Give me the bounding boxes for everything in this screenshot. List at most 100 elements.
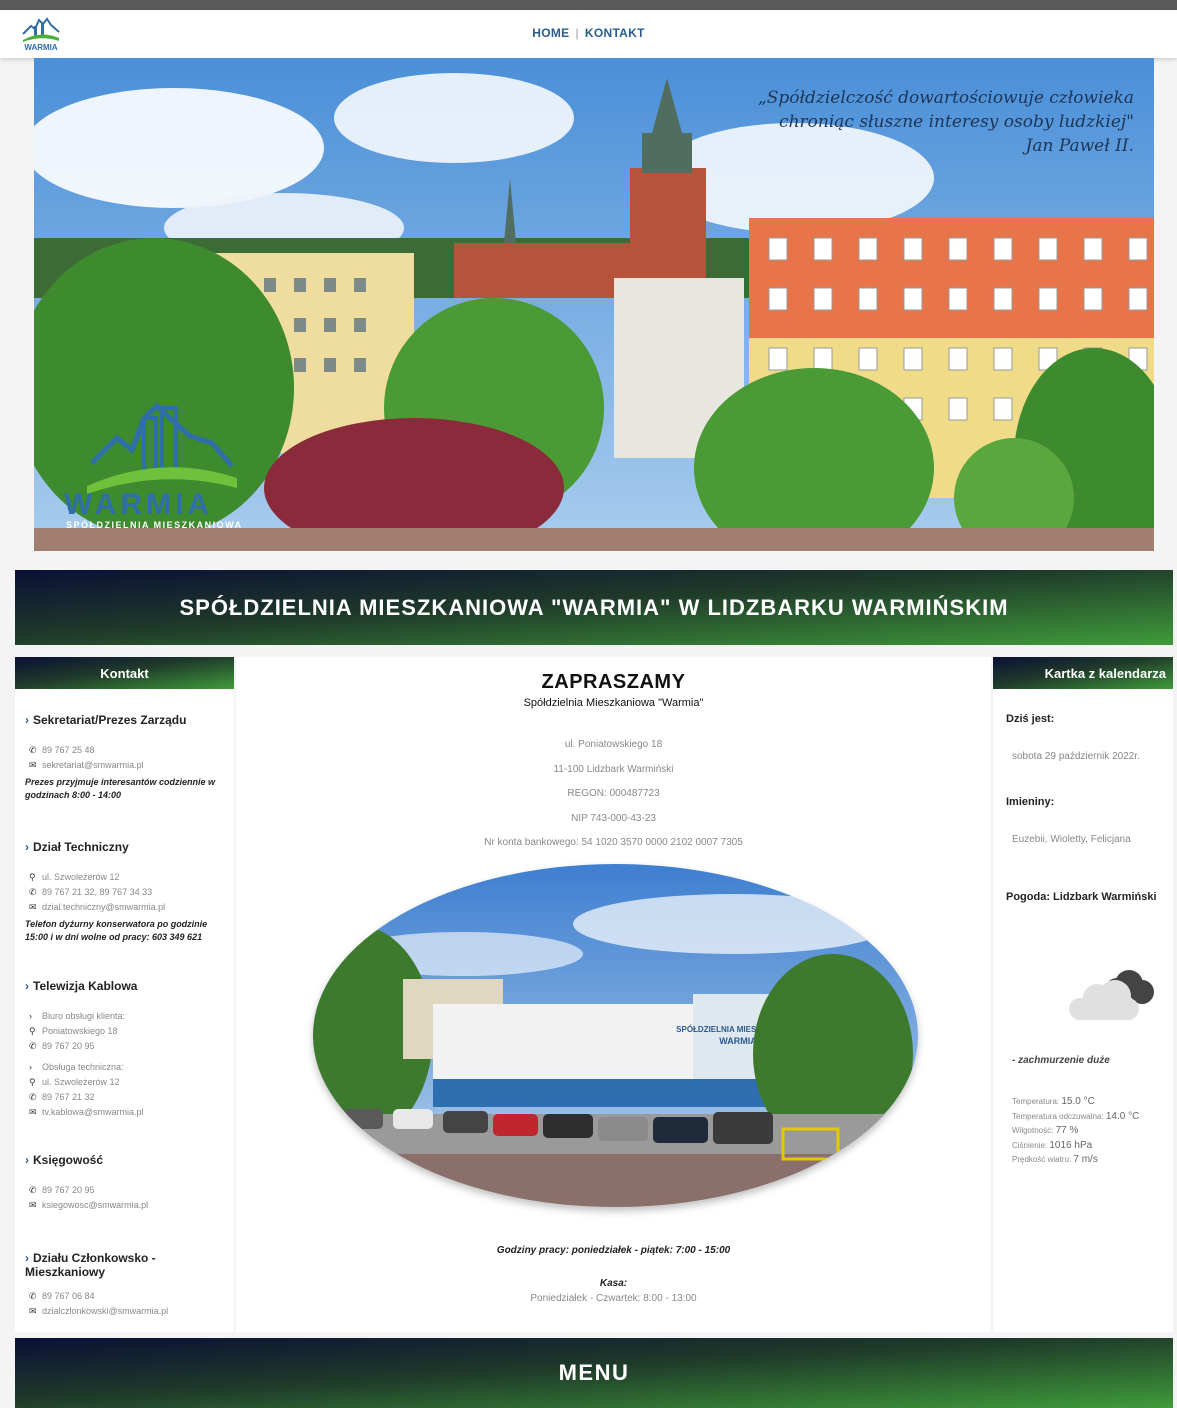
- phone-icon: ✆: [29, 745, 37, 755]
- section-title: Telewizja Kablowa: [33, 979, 138, 993]
- contact-header: Kontakt: [15, 657, 234, 689]
- section-title: Księgowość: [33, 1153, 104, 1167]
- working-hours: Godziny pracy: poniedziałek - piątek: 7:…: [496, 1245, 731, 1256]
- chevron-right-icon: ›: [25, 840, 29, 854]
- logo-text: WARMIA: [24, 43, 58, 52]
- hero-banner-image: „Spółdzielczość dowartościowuje człowiek…: [34, 58, 1154, 551]
- envelope-icon: ✉: [29, 1200, 37, 1210]
- email-line: ✉ dzial.techniczny@smwarmia.pl: [25, 900, 230, 915]
- subheading-line: › Biuro obsługi klienta:: [25, 1009, 230, 1024]
- section-title: Działu Członkowsko - Mieszkaniowy: [25, 1251, 156, 1279]
- section-title: Sekretariat/Prezes Zarządu: [33, 713, 187, 727]
- email-link[interactable]: dzialczlonkowski@smwarmia.pl: [42, 1306, 168, 1316]
- phone-line: ✆ 89 767 25 48: [25, 743, 230, 758]
- email-link[interactable]: sekretariat@smwarmia.pl: [42, 760, 144, 770]
- envelope-icon: ✉: [29, 1107, 37, 1117]
- today-label: Dziś jest:: [1006, 713, 1055, 725]
- top-navbar: WARMIA HOME | KONTAKT: [0, 10, 1177, 58]
- contact-section-dzial-techniczny: › Dział Techniczny ⚲ ul. Szwoleżerów 12 ✆ 8…: [25, 840, 230, 944]
- weather-label: Pogoda: Lidzbark Warmiński: [1006, 891, 1157, 903]
- calendar-sidebar: Kartka z kalendarza Dziś jest: sobota 29…: [993, 657, 1173, 1332]
- office-scene: SPÓŁDZIELNIA MIESZKANIOWA WARMIA: [313, 864, 918, 1207]
- info-nip: NIP 743-000-43-23: [571, 812, 656, 824]
- main-heading: ZAPRASZAMY: [541, 671, 686, 693]
- chevron-right-icon: ›: [25, 1251, 29, 1265]
- weather-pressure: Ciśnienie: 1016 hPa: [1012, 1139, 1093, 1151]
- address-line: ⚲ ul. Szwoleżerów 12: [25, 870, 230, 885]
- address-line: ⚲ Poniatowskiego 18: [25, 1024, 230, 1039]
- location-pin-icon: ⚲: [29, 872, 36, 882]
- quote-line-1: „Spółdzielczość dowartościowuje człowiek…: [757, 88, 1134, 108]
- nameday-value: Euzebii, Wioletty, Felicjana: [1012, 834, 1131, 845]
- phone-line: ✆ 89 767 20 95: [25, 1183, 230, 1198]
- subheading-line: › Obsługa techniczna:: [25, 1060, 230, 1075]
- main-subheading: Spółdzielnia Mieszkaniowa "Warmia": [523, 697, 704, 709]
- weather-feels-like: Temperatura odczuwalna: 14.0 °C: [1012, 1110, 1140, 1122]
- chevron-right-icon: ›: [25, 979, 29, 993]
- phone-icon: ✆: [29, 1092, 37, 1102]
- envelope-icon: ✉: [29, 902, 37, 912]
- phone-icon: ✆: [29, 1291, 37, 1301]
- company-info: ul. Poniatowskiego 18 11-100 Lidzbark Wa…: [236, 733, 991, 856]
- phone-line: ✆ 89 767 06 84: [25, 1289, 230, 1304]
- contact-section-sekretariat: › Sekretariat/Prezes Zarządu ✆ 89 767 25 4…: [25, 713, 230, 802]
- info-bank-account: Nr konta bankowego: 54 1020 3570 0000 21…: [484, 837, 743, 848]
- weather-wind: Prędkość wiatru: 7 m/s: [1012, 1154, 1098, 1165]
- nav-home-link[interactable]: HOME: [532, 26, 569, 40]
- photo-sign-2: WARMIA: [719, 1036, 757, 1046]
- email-line: ✉ sekretariat@smwarmia.pl: [25, 758, 230, 773]
- info-city: 11-100 Lidzbark Warmiński: [553, 763, 674, 775]
- hero-quote: „Spółdzielczość dowartościowuje człowiek…: [758, 86, 1134, 158]
- info-address: ul. Poniatowskiego 18: [564, 739, 663, 750]
- quote-line-2: chroniąc słuszne interesy osoby ludzkiej…: [779, 112, 1134, 132]
- nameday-label: Imieniny:: [1006, 796, 1055, 808]
- cashier-hours: Poniedziałek - Czwartek: 8:00 - 13:00: [530, 1293, 697, 1304]
- page-title-banner: SPÓŁDZIELNIA MIESZKANIOWA "WARMIA" W LID…: [15, 570, 1173, 645]
- weather-stats: Temperatura: 15.0 °C Temperatura odczuwa…: [1012, 1095, 1139, 1168]
- office-building-photo: SPÓŁDZIELNIA MIESZKANIOWA WARMIA: [313, 864, 918, 1207]
- nav-kontakt-link[interactable]: KONTAKT: [585, 26, 645, 40]
- today-value: sobota 29 październik 2022r.: [1012, 751, 1140, 762]
- phone-line: ✆ 89 767 20 95: [25, 1039, 230, 1054]
- email-line: ✉ tv.kablowa@smwarmia.pl: [25, 1105, 230, 1120]
- weather-temperature: Temperatura: 15.0 °C: [1012, 1096, 1095, 1107]
- chevron-right-icon: ›: [29, 1011, 32, 1021]
- email-link[interactable]: tv.kablowa@smwarmia.pl: [42, 1107, 144, 1117]
- phone-icon: ✆: [29, 1185, 37, 1195]
- envelope-icon: ✉: [29, 1306, 37, 1316]
- section-note: Telefon dyżurny konserwatora po godzinie…: [25, 919, 208, 942]
- chevron-right-icon: ›: [29, 1062, 32, 1072]
- location-pin-icon: ⚲: [29, 1026, 36, 1036]
- envelope-icon: ✉: [29, 760, 37, 770]
- section-note: Prezes przyjmuje interesantów codziennie…: [25, 777, 216, 800]
- info-regon: REGON: 000487723: [567, 788, 660, 799]
- quote-author: Jan Paweł II.: [1025, 136, 1134, 156]
- cloud-icon: [1069, 970, 1154, 1020]
- location-pin-icon: ⚲: [29, 1077, 36, 1087]
- contact-section-czlonkowski: › Działu Członkowsko - Mieszkaniowy ✆ 89 7…: [25, 1251, 230, 1319]
- email-line: ✉ dzialczlonkowski@smwarmia.pl: [25, 1304, 230, 1319]
- email-link[interactable]: dzial.techniczny@smwarmia.pl: [42, 902, 165, 912]
- phone-icon: ✆: [29, 887, 37, 897]
- chevron-right-icon: ›: [25, 713, 29, 727]
- weather-humidity: Wilgotność: 77 %: [1012, 1125, 1079, 1136]
- section-title: Dział Techniczny: [33, 840, 129, 854]
- contact-section-ksiegowosc: › Księgowość ✆ 89 767 20 95 ✉ ksiegowosc@sm…: [25, 1153, 230, 1213]
- main-nav: HOME | KONTAKT: [0, 26, 1177, 40]
- address-line: ⚲ ul. Szwoleżerów 12: [25, 1075, 230, 1090]
- hero-logo-subtitle: SPÓŁDZIELNIA MIESZKANIOWA: [66, 520, 243, 530]
- phone-line: ✆ 89 767 21 32, 89 767 34 33: [25, 885, 230, 900]
- phone-line: ✆ 89 767 21 32: [25, 1090, 230, 1105]
- phone-icon: ✆: [29, 1041, 37, 1051]
- contact-sidebar: Kontakt › Sekretariat/Prezes Zarządu ✆ 89 …: [15, 657, 234, 1332]
- cashier-label: Kasa:: [599, 1278, 628, 1289]
- browser-top-strip: [0, 0, 1177, 10]
- hero-logo-text: WARMIA: [64, 488, 213, 521]
- weather-description: - zachmurzenie duże: [1012, 1055, 1110, 1066]
- chevron-right-icon: ›: [25, 1153, 29, 1167]
- menu-bar[interactable]: MENU: [15, 1338, 1173, 1408]
- main-content: ZAPRASZAMY Spółdzielnia Mieszkaniowa "Wa…: [236, 657, 991, 1332]
- email-link[interactable]: ksiegowosc@smwarmia.pl: [42, 1200, 148, 1210]
- email-line: ✉ ksiegowosc@smwarmia.pl: [25, 1198, 230, 1213]
- nav-separator: |: [575, 26, 579, 40]
